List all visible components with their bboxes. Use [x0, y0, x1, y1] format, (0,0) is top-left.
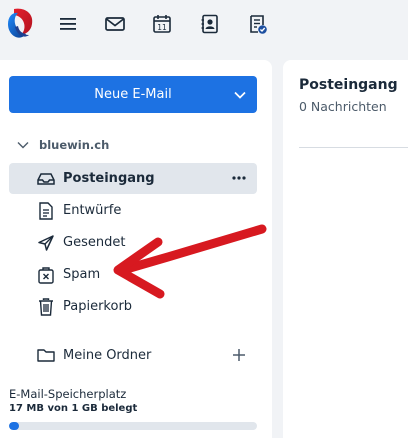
- menu-icon[interactable]: [56, 12, 80, 36]
- top-toolbar: 11: [0, 0, 408, 52]
- chevron-down-icon[interactable]: [16, 138, 30, 152]
- mail-icon[interactable]: [103, 12, 127, 36]
- folder-item-drafts[interactable]: Entwürfe: [9, 195, 257, 226]
- folder-label: Spam: [63, 267, 101, 282]
- account-name: bluewin.ch: [39, 138, 110, 152]
- folder-item-sent[interactable]: Gesendet: [9, 227, 257, 258]
- calendar-icon[interactable]: 11: [150, 12, 174, 36]
- tasks-icon[interactable]: [246, 12, 270, 36]
- draft-icon: [36, 201, 56, 221]
- send-icon: [36, 233, 56, 253]
- chevron-down-icon[interactable]: [233, 88, 247, 102]
- message-count: 0 Nachrichten: [299, 99, 387, 114]
- add-folder-icon[interactable]: [231, 347, 247, 363]
- folder-label: Gesendet: [63, 235, 126, 250]
- storage-value: 17 MB von 1 GB belegt: [9, 403, 138, 414]
- folder-icon: [36, 345, 58, 365]
- inbox-icon: [36, 169, 56, 189]
- folder-item-trash[interactable]: Papierkorb: [9, 291, 257, 322]
- divider: [299, 147, 408, 148]
- new-mail-label: Neue E-Mail: [94, 87, 172, 102]
- storage-label: E-Mail-Speicherplatz: [9, 387, 127, 401]
- page-title: Posteingang: [299, 77, 398, 93]
- folder-sidebar: Neue E-Mail bluewin.ch Posteingang Entwü…: [0, 60, 272, 438]
- account-group[interactable]: bluewin.ch: [16, 136, 109, 154]
- folder-label: Posteingang: [63, 171, 155, 186]
- contacts-icon[interactable]: [198, 12, 222, 36]
- folder-label: Entwürfe: [63, 203, 122, 218]
- spam-icon: [36, 265, 56, 285]
- storage-progress-bar: [9, 422, 257, 430]
- trash-icon: [36, 297, 56, 317]
- more-options-icon[interactable]: [231, 171, 247, 185]
- my-folders-section[interactable]: Meine Ordner: [9, 340, 257, 370]
- storage-progress-fill: [9, 422, 19, 430]
- swisscom-logo[interactable]: [4, 4, 38, 44]
- folder-item-inbox[interactable]: Posteingang: [9, 163, 257, 194]
- folder-item-spam[interactable]: Spam: [9, 259, 257, 290]
- new-mail-button[interactable]: Neue E-Mail: [9, 76, 257, 113]
- calendar-day: 11: [157, 23, 167, 32]
- message-list-pane: Posteingang 0 Nachrichten: [283, 60, 408, 438]
- folder-label: Papierkorb: [63, 299, 133, 314]
- my-folders-label: Meine Ordner: [63, 347, 152, 363]
